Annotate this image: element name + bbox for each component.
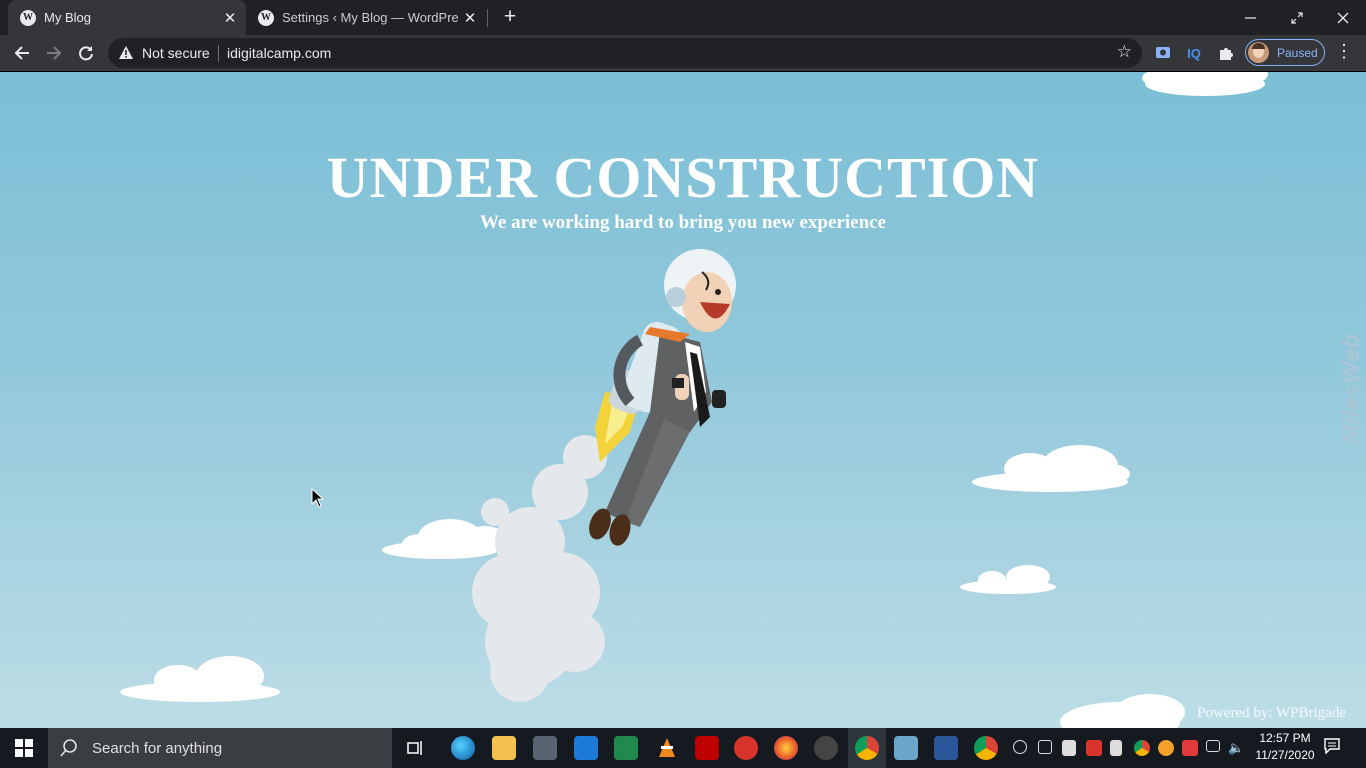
- tray-chat-icon[interactable]: [1013, 740, 1027, 754]
- restore-icon: [1291, 11, 1303, 24]
- cloud: [382, 519, 507, 559]
- chat-app-icon[interactable]: [734, 736, 758, 760]
- reload-button[interactable]: [72, 39, 100, 67]
- forward-button[interactable]: [40, 39, 68, 67]
- filezilla-icon[interactable]: [695, 736, 719, 760]
- tab-divider: [487, 9, 488, 27]
- taskbar-clock[interactable]: 12:57 PM 11/27/2020: [1250, 730, 1320, 764]
- clock-time: 12:57 PM: [1259, 731, 1311, 745]
- page-headline: UNDER CONSTRUCTION: [326, 145, 1040, 210]
- windows-logo-icon: [15, 739, 33, 757]
- network-icon[interactable]: [1206, 740, 1220, 752]
- reload-icon: [79, 46, 93, 61]
- smoke-trail: [472, 435, 607, 702]
- tray-camera-icon[interactable]: [1038, 740, 1052, 754]
- chrome-icon[interactable]: [974, 736, 998, 760]
- minimize-button[interactable]: [1228, 0, 1274, 35]
- forward-arrow-icon: [47, 46, 62, 60]
- cloud: [960, 565, 1056, 594]
- back-arrow-icon: [14, 46, 29, 60]
- extension-screen-icon[interactable]: [1152, 42, 1174, 64]
- restore-button[interactable]: [1274, 0, 1320, 35]
- cloud: [972, 445, 1130, 492]
- screen-recorder-icon[interactable]: [934, 736, 958, 760]
- mouse-cursor-icon: [311, 488, 325, 508]
- watermark-text: MilesWeb: [1338, 333, 1365, 444]
- tray-record-icon[interactable]: [1086, 740, 1102, 756]
- close-tab-icon[interactable]: ✕: [218, 9, 242, 27]
- close-tab-icon[interactable]: ✕: [458, 9, 482, 27]
- new-tab-button[interactable]: +: [498, 5, 522, 29]
- warning-icon: [119, 46, 133, 59]
- browser-toolbar: Not secure idigitalcamp.com ☆ IQ Paused …: [0, 35, 1366, 72]
- windows-taskbar: Search for anything 🔈 12:57 PM 11/27/202…: [0, 728, 1366, 768]
- start-button[interactable]: [0, 728, 48, 768]
- action-center-icon[interactable]: [1324, 738, 1340, 759]
- media-player-icon[interactable]: [814, 736, 838, 760]
- excel-icon[interactable]: [614, 736, 638, 760]
- vlc-icon[interactable]: [655, 736, 679, 760]
- security-status[interactable]: Not secure: [142, 45, 210, 61]
- tab-my-blog[interactable]: W My Blog ✕: [8, 0, 246, 35]
- notepad-icon[interactable]: [894, 736, 918, 760]
- address-bar[interactable]: Not secure idigitalcamp.com ☆: [108, 38, 1142, 68]
- extensions-puzzle-icon[interactable]: [1215, 42, 1237, 64]
- firefox-icon[interactable]: [774, 736, 798, 760]
- cloud: [1060, 694, 1185, 728]
- volume-icon[interactable]: 🔈: [1228, 740, 1244, 756]
- back-button[interactable]: [8, 39, 36, 67]
- mail-icon[interactable]: [574, 736, 598, 760]
- url-text[interactable]: idigitalcamp.com: [227, 45, 331, 61]
- minimize-icon: [1245, 16, 1256, 19]
- tab-title: My Blog: [44, 10, 91, 25]
- powered-by-link[interactable]: Powered by: WPBrigade: [1197, 705, 1346, 722]
- search-icon: [60, 739, 77, 757]
- tray-security-icon[interactable]: [1182, 740, 1198, 756]
- tab-title: Settings ‹ My Blog — WordPress: [282, 10, 458, 25]
- tab-settings[interactable]: W Settings ‹ My Blog — WordPress ✕: [248, 0, 486, 35]
- search-placeholder: Search for anything: [92, 739, 223, 757]
- tray-app-icon[interactable]: [1158, 740, 1174, 756]
- profile-status: Paused: [1277, 45, 1318, 60]
- omnibox-divider: [218, 45, 219, 62]
- cloud: [1142, 72, 1268, 96]
- cloud: [120, 656, 280, 702]
- bookmark-star-icon[interactable]: ☆: [1117, 42, 1132, 62]
- tray-chrome-icon[interactable]: [1134, 740, 1150, 756]
- close-window-button[interactable]: [1320, 0, 1366, 35]
- edge-icon[interactable]: [451, 736, 475, 760]
- tray-monitor-icon[interactable]: [1062, 740, 1076, 756]
- store-icon[interactable]: [533, 736, 557, 760]
- wordpress-icon: W: [20, 9, 36, 26]
- tab-strip: W My Blog ✕ W Settings ‹ My Blog — WordP…: [0, 0, 1366, 35]
- profile-button[interactable]: Paused: [1245, 39, 1325, 66]
- task-view-icon[interactable]: [404, 736, 428, 760]
- page-subheadline: We are working hard to bring you new exp…: [479, 212, 886, 233]
- close-icon: [1337, 12, 1349, 23]
- chrome-profile-icon[interactable]: [855, 736, 879, 760]
- tray-device-icon[interactable]: [1110, 740, 1122, 756]
- browser-menu-icon[interactable]: ⋮: [1334, 41, 1354, 62]
- avatar: [1248, 42, 1269, 63]
- watermark-logo: MilesWeb: [1336, 322, 1365, 444]
- clock-date: 11/27/2020: [1255, 748, 1315, 762]
- page-content: UNDER CONSTRUCTION We are working hard t…: [0, 72, 1366, 728]
- extension-iq-icon[interactable]: IQ: [1183, 42, 1205, 64]
- taskbar-search[interactable]: Search for anything: [48, 728, 392, 768]
- wordpress-icon: W: [258, 9, 274, 26]
- file-explorer-icon[interactable]: [492, 736, 516, 760]
